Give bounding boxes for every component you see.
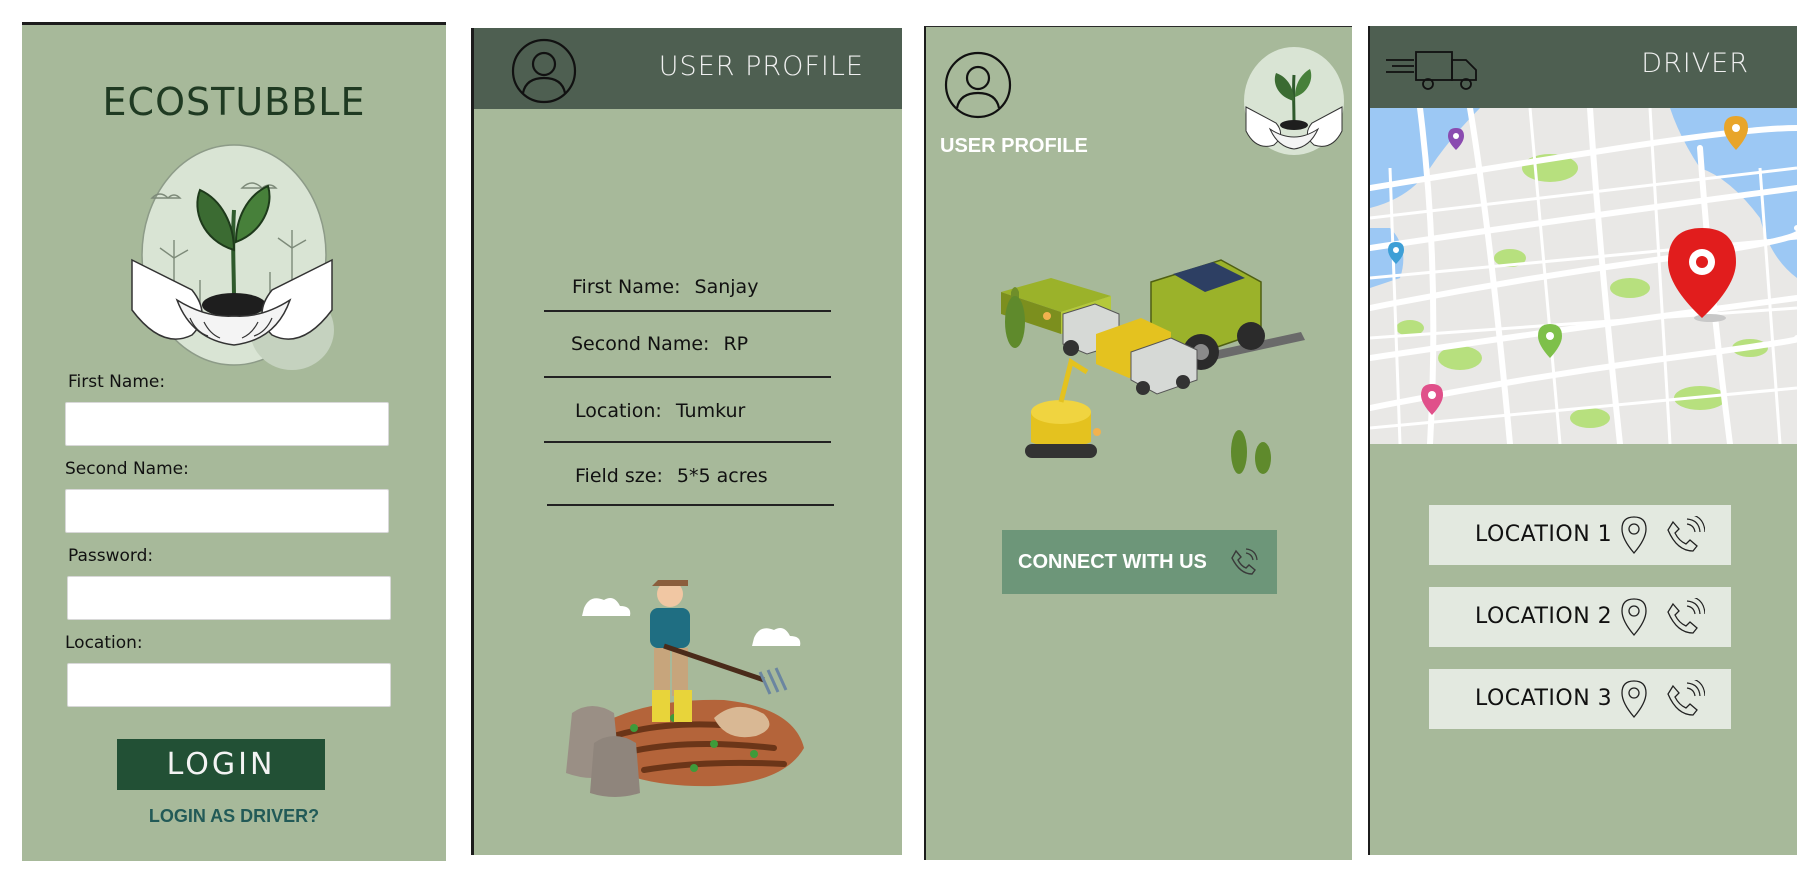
farmer-illustration xyxy=(566,580,804,797)
phone-call-icon xyxy=(1231,548,1258,575)
profile-first-name: First Name: Sanjay xyxy=(572,276,758,298)
profile-header: USER PROFILE xyxy=(474,28,902,109)
login-screen: ECOSTUBBLE First Name: Second Name: Pass… xyxy=(22,22,446,861)
profile-second-name-value: RP xyxy=(723,333,749,355)
farm-machinery-illustration xyxy=(1001,259,1305,474)
divider xyxy=(544,310,831,312)
location-3-label: LOCATION 3 xyxy=(1475,686,1613,711)
user-avatar-icon[interactable] xyxy=(510,38,578,104)
phone-call-icon[interactable] xyxy=(1665,598,1705,636)
phone-call-icon[interactable] xyxy=(1665,516,1705,554)
divider xyxy=(547,504,834,506)
divider xyxy=(544,441,831,443)
profile-location: Location: Tumkur xyxy=(575,400,745,422)
profile-field-size-label: Field sze: xyxy=(575,465,663,487)
connect-with-us-button[interactable]: CONNECT WITH US xyxy=(1002,530,1277,594)
location-label: Location: xyxy=(65,633,143,653)
location-pin-icon[interactable] xyxy=(1619,679,1649,719)
location-1-label: LOCATION 1 xyxy=(1475,522,1613,547)
driver-header: DRIVER xyxy=(1370,26,1797,108)
password-label: Password: xyxy=(68,546,154,566)
profile-location-label: Location: xyxy=(575,400,662,422)
sprout-hands-logo xyxy=(1244,47,1344,155)
profile-location-value: Tumkur xyxy=(675,400,746,422)
location-pin-icon[interactable] xyxy=(1619,515,1649,555)
location-3-button[interactable]: LOCATION 3 xyxy=(1429,669,1731,729)
sprout-in-hands-illustration xyxy=(131,144,334,370)
profile-first-name-label: First Name: xyxy=(572,276,681,298)
first-name-input[interactable] xyxy=(65,402,389,446)
profile-second-name: Second Name: RP xyxy=(571,333,748,355)
location-2-label: LOCATION 2 xyxy=(1475,604,1613,629)
profile-second-name-label: Second Name: xyxy=(571,333,710,355)
login-as-driver-link[interactable]: LOGIN AS DRIVER? xyxy=(22,806,446,827)
profile-field-size: Field sze: 5*5 acres xyxy=(575,465,768,487)
second-name-input[interactable] xyxy=(65,489,389,533)
user-profile-screen: USER PROFILE First Name: Sanjay Second N… xyxy=(471,28,902,855)
city-map[interactable] xyxy=(1370,108,1797,444)
page-title: DRIVER xyxy=(1641,48,1749,79)
location-1-button[interactable]: LOCATION 1 xyxy=(1429,505,1731,565)
connect-screen: USER PROFILE CONNECT WITH US xyxy=(924,26,1352,860)
brand-title: ECOSTUBBLE xyxy=(102,80,366,124)
truck-icon xyxy=(1386,51,1477,90)
connect-with-us-label: CONNECT WITH US xyxy=(1018,550,1207,573)
driver-screen: DRIVER LOCATION 1 LOCATION 2 LOCATION 3 xyxy=(1368,26,1797,855)
page-title: USER PROFILE xyxy=(658,51,864,82)
first-name-label: First Name: xyxy=(68,372,166,392)
user-profile-link[interactable]: USER PROFILE xyxy=(940,135,1088,158)
phone-call-icon[interactable] xyxy=(1665,680,1705,718)
location-input[interactable] xyxy=(67,663,391,707)
profile-field-size-value: 5*5 acres xyxy=(676,465,768,487)
location-2-button[interactable]: LOCATION 2 xyxy=(1429,587,1731,647)
second-name-label: Second Name: xyxy=(65,459,189,479)
password-input[interactable] xyxy=(67,576,391,620)
profile-first-name-value: Sanjay xyxy=(694,276,759,298)
divider xyxy=(544,376,831,378)
user-avatar-icon[interactable] xyxy=(943,51,1013,119)
location-pin-icon[interactable] xyxy=(1619,597,1649,637)
login-button[interactable]: LOGIN xyxy=(117,739,325,790)
